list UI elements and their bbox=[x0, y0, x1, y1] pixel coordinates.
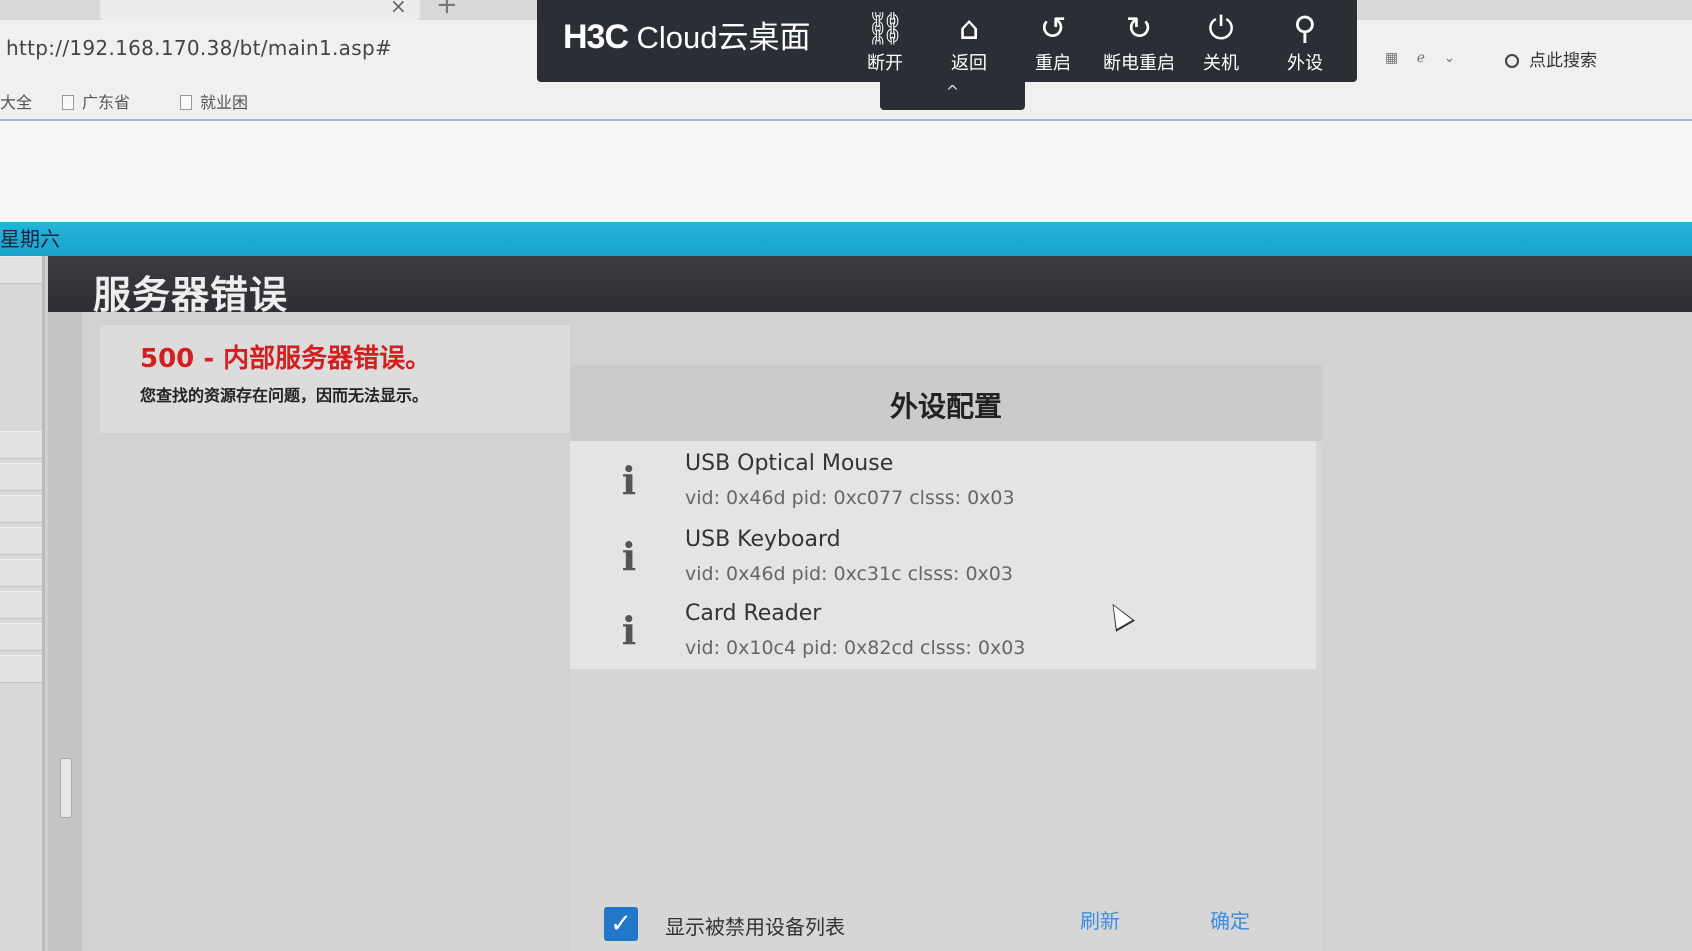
ie-icon[interactable]: ℯ bbox=[1417, 50, 1425, 66]
new-tab-icon[interactable]: + bbox=[436, 0, 458, 20]
rail-item[interactable] bbox=[0, 559, 42, 587]
page-banner bbox=[0, 121, 1692, 224]
dialog-title: 外设配置 bbox=[889, 390, 1002, 423]
bookmark-item[interactable]: 广东省 bbox=[62, 85, 130, 121]
bookmarks-bar: 大全 广东省 就业困 bbox=[0, 85, 1692, 121]
home-label: 返回 bbox=[951, 53, 987, 74]
disconnect-icon: ⛓ bbox=[864, 9, 906, 47]
document-icon bbox=[62, 95, 74, 110]
device-ids: vid: 0x46d pid: 0xc077 clsss: 0x03 bbox=[685, 487, 1015, 509]
error-header: 服务器错误 bbox=[48, 256, 1692, 317]
restart-button[interactable]: ↺ 重启 bbox=[1013, 8, 1093, 82]
rail-item[interactable] bbox=[0, 591, 42, 619]
restart-icon: ↺ bbox=[1039, 9, 1067, 47]
left-divider bbox=[48, 256, 82, 951]
toolbar-collapse-handle[interactable]: ^ bbox=[880, 82, 1025, 110]
brand-logo: H3C Cloud云桌面 bbox=[563, 12, 810, 57]
chevron-up-icon: ^ bbox=[945, 82, 960, 101]
shutdown-label: 关机 bbox=[1203, 53, 1239, 74]
rail-item[interactable] bbox=[0, 463, 42, 491]
peripheral-dialog: 外设配置 i USB Optical Mouse vid: 0x46d pid:… bbox=[570, 365, 1322, 951]
device-name: USB Optical Mouse bbox=[685, 451, 894, 476]
power-cycle-label: 断电重启 bbox=[1103, 53, 1175, 74]
rail-item[interactable] bbox=[0, 256, 42, 284]
device-item[interactable]: i USB Optical Mouse vid: 0x46d pid: 0xc0… bbox=[570, 443, 1316, 517]
usb-icon: ⚲ bbox=[1293, 9, 1317, 47]
peripherals-label: 外设 bbox=[1287, 53, 1323, 74]
info-icon: i bbox=[621, 458, 637, 503]
info-icon: i bbox=[621, 608, 637, 653]
search-icon bbox=[1505, 54, 1519, 68]
brand-main: H3C bbox=[563, 18, 629, 56]
rail-item[interactable] bbox=[0, 431, 42, 459]
device-ids: vid: 0x46d pid: 0xc31c clsss: 0x03 bbox=[685, 563, 1013, 585]
power-cycle-icon: ↻ bbox=[1125, 9, 1153, 47]
browser-tab[interactable] bbox=[100, 0, 420, 20]
restart-label: 重启 bbox=[1035, 53, 1071, 74]
rail-item[interactable] bbox=[0, 655, 42, 683]
device-list: i USB Optical Mouse vid: 0x46d pid: 0xc0… bbox=[570, 441, 1316, 669]
collapse-handle[interactable] bbox=[60, 758, 72, 818]
disconnect-label: 断开 bbox=[867, 53, 903, 74]
power-cycle-button[interactable]: ↻ 断电重启 bbox=[1089, 8, 1189, 82]
device-ids: vid: 0x10c4 pid: 0x82cd clsss: 0x03 bbox=[685, 637, 1026, 659]
grid-icon[interactable]: ▦ bbox=[1385, 50, 1398, 66]
bookmark-item[interactable]: 就业困 bbox=[180, 85, 248, 121]
home-button[interactable]: ⌂ 返回 bbox=[929, 8, 1009, 82]
show-disabled-checkbox[interactable]: ✓ bbox=[604, 907, 638, 941]
chevron-down-icon[interactable]: ⌄ bbox=[1443, 50, 1455, 66]
tab-close-icon[interactable]: × bbox=[390, 0, 407, 18]
check-icon: ✓ bbox=[610, 909, 632, 939]
device-item[interactable]: i Card Reader vid: 0x10c4 pid: 0x82cd cl… bbox=[570, 593, 1316, 667]
peripherals-button[interactable]: ⚲ 外设 bbox=[1265, 8, 1345, 82]
device-name: Card Reader bbox=[685, 601, 822, 626]
show-disabled-label: 显示被禁用设备列表 bbox=[665, 915, 845, 939]
document-icon bbox=[180, 95, 192, 110]
page-title: 服务器错误 bbox=[93, 273, 289, 317]
browser-tools: ▦ ℯ ⌄ bbox=[1385, 50, 1469, 66]
rail-item[interactable] bbox=[0, 623, 42, 651]
bookmark-label: 就业困 bbox=[200, 93, 249, 112]
shutdown-button[interactable]: ⏻ 关机 bbox=[1181, 8, 1261, 82]
bookmark-label: 大全 bbox=[0, 93, 33, 112]
url-field[interactable]: http://192.168.170.38/bt/main1.asp# bbox=[6, 36, 392, 60]
search-label: 点此搜索 bbox=[1529, 51, 1597, 71]
vdi-toolbar: H3C Cloud云桌面 ⛓ 断开 ⌂ 返回 ↺ 重启 ↻ 断电重启 ⏻ 关机 … bbox=[537, 0, 1357, 82]
refresh-button[interactable]: 刷新 bbox=[1080, 905, 1120, 934]
bookmark-item[interactable]: 大全 bbox=[0, 85, 32, 121]
bookmark-label: 广东省 bbox=[82, 93, 131, 112]
error-code: 500 - 内部服务器错误。 bbox=[140, 344, 432, 374]
device-item[interactable]: i USB Keyboard vid: 0x46d pid: 0xc31c cl… bbox=[570, 519, 1316, 593]
disconnect-button[interactable]: ⛓ 断开 bbox=[845, 8, 925, 82]
error-description: 您查找的资源存在问题，因而无法显示。 bbox=[140, 386, 429, 405]
rail-item[interactable] bbox=[0, 495, 42, 523]
weekday-label: 星期六 bbox=[0, 227, 60, 251]
info-icon: i bbox=[621, 534, 637, 579]
dialog-header: 外设配置 bbox=[570, 365, 1322, 441]
brand-sub: Cloud云桌面 bbox=[636, 20, 811, 55]
dialog-footer: ✓ 显示被禁用设备列表 刷新 确定 bbox=[570, 885, 1322, 951]
confirm-button[interactable]: 确定 bbox=[1210, 905, 1250, 934]
search-box[interactable]: 点此搜索 bbox=[1505, 46, 1597, 71]
device-name: USB Keyboard bbox=[685, 527, 841, 552]
power-icon: ⏻ bbox=[1208, 9, 1234, 47]
home-icon: ⌂ bbox=[958, 9, 980, 47]
left-nav-rail bbox=[0, 256, 45, 951]
rail-item[interactable] bbox=[0, 527, 42, 555]
date-strip: 星期六 bbox=[0, 222, 1692, 256]
